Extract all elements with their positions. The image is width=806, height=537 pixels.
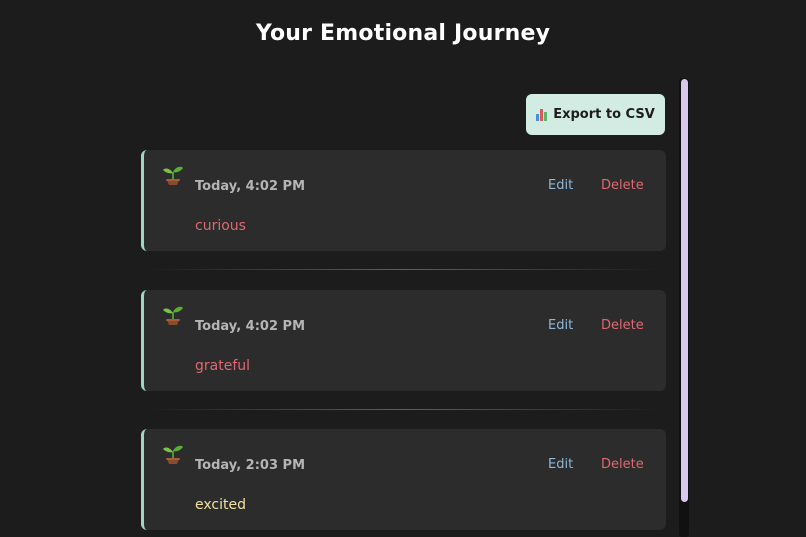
journal-entry: Today, 4:02 PM Edit Delete grateful [141,290,666,391]
sprout-icon [163,445,183,464]
journal-entry: Today, 2:03 PM Edit Delete excited [141,429,666,530]
entry-emotion: curious [195,218,246,234]
scrollbar-thumb[interactable] [681,79,688,502]
journal-entry: Today, 4:02 PM Edit Delete curious [141,150,666,251]
sprout-icon [163,306,183,325]
entry-emotion: excited [195,497,246,513]
edit-entry-button[interactable]: Edit [548,178,573,193]
entry-divider [146,269,660,270]
entry-divider [146,409,660,410]
entry-timestamp: Today, 2:03 PM [195,458,306,473]
delete-entry-button[interactable]: Delete [601,318,644,333]
sprout-icon [163,166,183,185]
entry-timestamp: Today, 4:02 PM [195,179,306,194]
page-title: Your Emotional Journey [255,21,551,46]
bar-chart-icon [536,108,548,121]
edit-entry-button[interactable]: Edit [548,318,573,333]
entry-timestamp: Today, 4:02 PM [195,319,306,334]
export-csv-button[interactable]: Export to CSV [526,94,665,135]
entry-emotion: grateful [195,358,251,374]
edit-entry-button[interactable]: Edit [548,457,573,472]
export-csv-label: Export to CSV [553,107,655,122]
delete-entry-button[interactable]: Delete [601,457,644,472]
emotional-journey-page: Your Emotional Journey Export to CSV Tod… [0,0,806,537]
delete-entry-button[interactable]: Delete [601,178,644,193]
